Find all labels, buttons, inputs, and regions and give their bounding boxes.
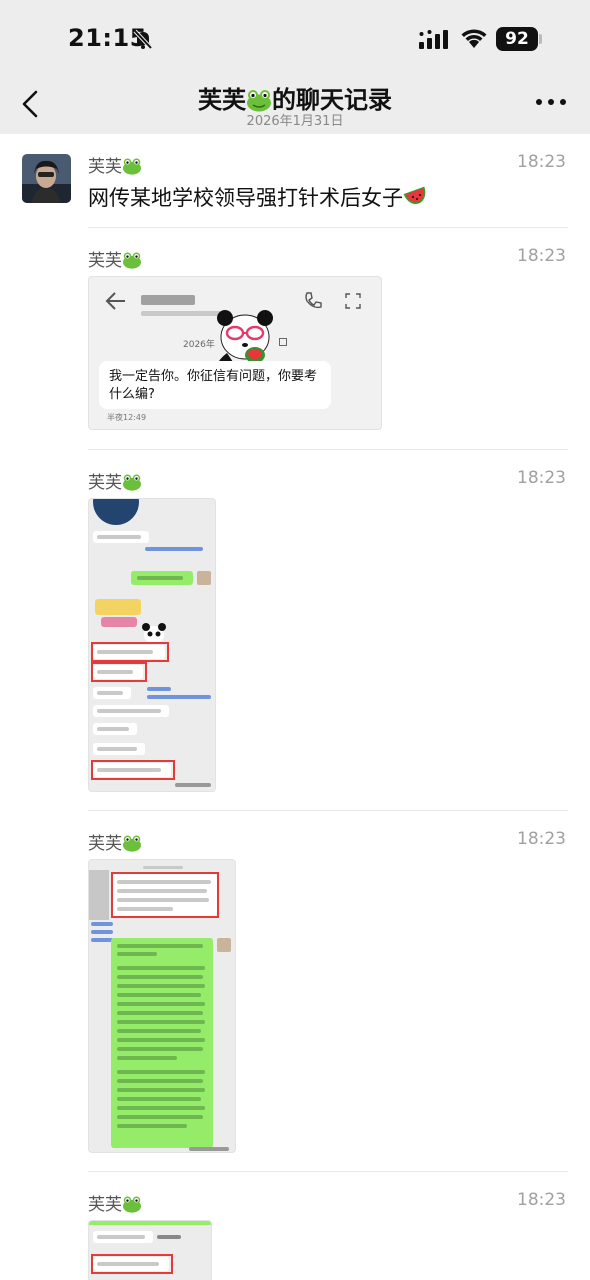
sender-name: 芙芙 [88,1190,142,1215]
blurred-text [145,547,203,551]
panda-sticker-icon [217,310,273,365]
screenshot-image[interactable] [88,498,216,792]
frog-emoji-icon [123,252,141,269]
frog-emoji-icon [123,835,141,852]
blurred-bubble [93,743,145,755]
back-arrow-icon [105,292,125,310]
highlight-box [91,662,147,682]
blurred-avatar [89,870,109,920]
list-item: 芙芙 18:23 网传某地学校领导强打针术后女子 [0,134,590,228]
message-text[interactable]: 网传某地学校领导强打针术后女子 [88,182,429,212]
screenshot-image[interactable]: 2026年 我一定告你。你征信有问题，你要考什么编? 半夜12:49 [88,276,382,430]
sticker-image [95,599,141,615]
message-time: 18:23 [517,468,566,488]
highlight-box [111,872,219,918]
message-time: 18:23 [517,829,566,849]
screenshot-toolbar [175,781,211,789]
screenshot-toolbar [189,1146,229,1152]
green-strip [89,1221,211,1225]
list-item: 芙芙 18:23 [0,450,590,811]
list-item: 芙芙 18:23 [0,1172,590,1280]
message-time: 18:23 [517,1190,566,1210]
list-item: 芙芙 18:23 [0,811,590,1172]
frog-emoji-icon [123,158,141,175]
blurred-avatar [197,571,211,585]
sender-name: 芙芙 [88,829,142,854]
list-item: 芙芙 18:23 2026年 我一定告你。你征信有问题，你要考什么编? 半夜12… [0,228,590,450]
sender-name: 芙芙 [88,468,142,493]
chat-date: 2026年1月31日 [246,114,344,129]
blurred-contact-name [141,295,195,305]
blurred-bubble [93,531,149,543]
blurred-bubble [93,723,137,735]
blurred-avatar [217,938,231,952]
bell-slash-icon [133,29,153,50]
more-options-icon[interactable] [534,96,568,108]
sender-name: 芙芙 [88,246,142,271]
screenshot-image[interactable] [88,859,236,1153]
battery-indicator: 92 [496,27,538,51]
battery-cap [539,34,542,44]
message-time: 18:23 [517,246,566,266]
screenshot-meta: 半夜12:49 [107,413,147,422]
blurred-bubble [131,571,193,585]
highlight-box [91,760,175,780]
frog-emoji-icon [123,1196,141,1213]
sender-name: 芙芙 [88,152,142,177]
blurred-bubble [93,1231,153,1243]
status-bar: 21:15 92 [0,0,590,80]
sticker-image [101,617,137,627]
blurred-bubble [93,705,169,717]
blurred-text [147,695,211,699]
blurred-bubble [111,938,213,1148]
frog-emoji-icon [247,90,271,112]
highlight-box [91,1254,173,1274]
expand-icon [345,293,361,309]
avatar[interactable] [22,154,71,203]
blurred-bubble [93,687,131,699]
blurred-text [157,1235,181,1239]
blurred-text [91,938,113,942]
screenshot-image[interactable] [88,1220,212,1280]
blurred-text [91,922,113,926]
frog-emoji-icon [123,474,141,491]
avatar-image [22,154,71,203]
highlight-box [91,642,169,662]
cellular-signal-icon [419,30,448,49]
screenshot-date: 2026年 [183,340,215,350]
watermelon-emoji-icon [403,186,426,205]
blurred-text [143,866,183,869]
screenshot-message-text: 我一定告你。你征信有问题，你要考什么编? [109,369,318,402]
wifi-icon [461,29,487,48]
phone-icon [305,292,322,309]
small-square [279,338,287,346]
message-time: 18:23 [517,152,566,172]
blurred-avatar [93,499,139,525]
blurred-text [91,930,113,934]
navigation-bar: 芙芙 的聊天记录 2026年1月31日 [0,80,590,134]
chat-record-list[interactable]: 芙芙 18:23 网传某地学校领导强打针术后女子 芙芙 18:23 2026年 [0,134,590,1280]
blurred-text [147,687,171,691]
